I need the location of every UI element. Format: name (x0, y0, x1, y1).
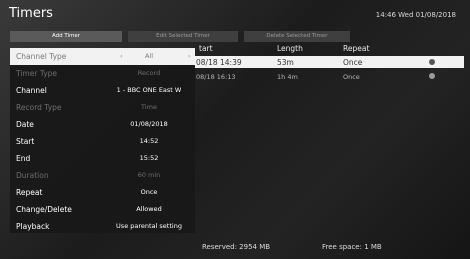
setting-value: Record (137, 69, 161, 77)
setting-duration: Duration 60 min (10, 167, 195, 184)
setting-change-delete[interactable]: Change/Delete Allowed (10, 201, 195, 218)
setting-value: 14:52 (139, 137, 159, 145)
record-icon (429, 59, 435, 65)
action-tabs: Add Timer Edit Selected Timer Delete Sel… (10, 31, 350, 42)
timer-repeat: Once (343, 73, 360, 81)
setting-channel-type[interactable]: Channel Type ‹ All › (10, 48, 195, 65)
setting-value: 1 - BBC ONE East W (116, 86, 182, 94)
setting-value: Allowed (136, 205, 162, 213)
setting-start[interactable]: Start 14:52 (10, 133, 195, 150)
setting-label: End (16, 154, 31, 163)
setting-playback[interactable]: Playback Use parental setting (10, 218, 195, 233)
setting-repeat[interactable]: Repeat Once (10, 184, 195, 201)
timer-settings-panel: Channel Type ‹ All › Timer Type Record C… (10, 48, 195, 233)
timer-list: tart Length Repeat 08/18 14:39 53m Once … (194, 44, 464, 224)
timer-list-header: tart Length Repeat (194, 44, 464, 55)
timer-length: 53m (277, 58, 294, 67)
setting-label: Date (16, 120, 34, 129)
setting-label: Duration (16, 171, 49, 180)
setting-date[interactable]: Date 01/08/2018 (10, 116, 195, 133)
timer-row[interactable]: 08/18 16:13 1h 4m Once (194, 70, 464, 82)
page-title: Timers (9, 6, 53, 21)
setting-label: Timer Type (16, 69, 58, 78)
column-repeat: Repeat (343, 44, 370, 53)
setting-value: All (144, 52, 154, 60)
timer-row[interactable]: 08/18 14:39 53m Once (194, 56, 464, 68)
arrow-right-icon[interactable]: › (188, 52, 191, 60)
setting-label: Playback (16, 222, 50, 231)
setting-channel[interactable]: Channel 1 - BBC ONE East W (10, 82, 195, 99)
setting-label: Channel (16, 86, 47, 95)
column-length: Length (277, 44, 303, 53)
setting-label: Change/Delete (16, 205, 72, 214)
setting-label: Record Type (16, 103, 62, 112)
setting-label: Channel Type (16, 52, 67, 61)
setting-value: Use parental setting (116, 222, 182, 230)
setting-timer-type: Timer Type Record (10, 65, 195, 82)
add-timer-button[interactable]: Add Timer (10, 31, 122, 42)
timer-repeat: Once (343, 58, 363, 67)
edit-selected-timer-button[interactable]: Edit Selected Timer (128, 31, 238, 42)
reserved-space: Reserved: 2954 MB (202, 243, 271, 251)
setting-value: Once (140, 188, 158, 196)
setting-value: Time (141, 103, 157, 111)
title-bar: Timers 14:46 Wed 01/08/2018 (0, 0, 470, 27)
setting-value: 01/08/2018 (130, 120, 168, 128)
setting-end[interactable]: End 15:52 (10, 150, 195, 167)
delete-selected-timer-button[interactable]: Delete Selected Timer (244, 31, 350, 42)
free-space: Free space: 1 MB (322, 243, 382, 251)
setting-value: 15:52 (139, 154, 159, 162)
column-start: tart (199, 44, 213, 53)
timer-start: 08/18 14:39 (196, 58, 242, 67)
setting-label: Repeat (16, 188, 43, 197)
setting-record-type: Record Type Time (10, 99, 195, 116)
record-icon (429, 73, 435, 79)
setting-label: Start (16, 137, 35, 146)
setting-value: 60 min (137, 171, 161, 179)
timer-length: 1h 4m (277, 73, 298, 81)
datetime-display: 14:46 Wed 01/08/2018 (375, 11, 456, 19)
timer-start: 08/18 16:13 (196, 73, 236, 81)
